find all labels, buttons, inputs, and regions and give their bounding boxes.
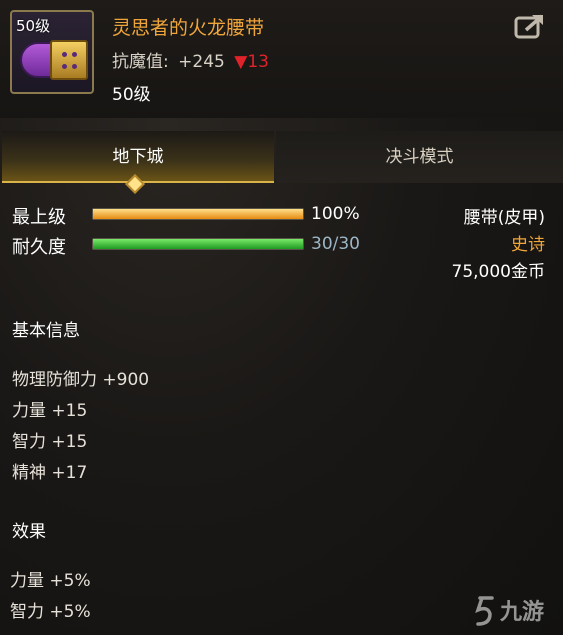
durability-bar xyxy=(92,238,304,250)
item-level: 50级 xyxy=(112,85,151,105)
item-icon[interactable]: 50级 xyxy=(10,10,94,94)
durability-bar-fill xyxy=(93,239,303,249)
effect-strength: 力量 +5% xyxy=(10,571,91,591)
stat-label: 抗魔值: xyxy=(112,52,169,72)
effects-title: 效果 xyxy=(12,522,46,542)
stat-diff: ▼13 xyxy=(234,52,269,72)
tab-dungeon[interactable]: 地下城 xyxy=(2,131,274,183)
attr-physical-defense: 物理防御力 +900 xyxy=(12,370,150,390)
grade-label: 最上级 xyxy=(12,207,66,228)
item-price: 75,000金币 xyxy=(451,262,545,282)
attr-spirit: 精神 +17 xyxy=(12,463,88,483)
watermark-text: 九游 xyxy=(500,600,545,625)
magic-resist-stat: 抗魔值: +245 ▼13 xyxy=(112,47,269,72)
item-name: 灵思者的火龙腰带 xyxy=(112,17,265,39)
grade-bar xyxy=(92,208,304,220)
stat-value: +245 xyxy=(178,52,225,72)
durability-label: 耐久度 xyxy=(12,237,66,258)
basic-info-title: 基本信息 xyxy=(12,321,80,341)
belt-buckle-icon xyxy=(50,40,88,80)
durability-value: 30/30 xyxy=(311,234,360,254)
tab-duel-mode[interactable]: 决斗模式 xyxy=(276,131,563,183)
share-icon[interactable] xyxy=(514,12,546,40)
item-header: 50级 灵思者的火龙腰带 抗魔值: +245 ▼13 50级 xyxy=(0,0,563,118)
item-tooltip-panel: 50级 灵思者的火龙腰带 抗魔值: +245 ▼13 50级 地下城 决斗模式 … xyxy=(0,0,563,635)
item-rarity: 史诗 xyxy=(511,235,545,255)
grade-bar-fill xyxy=(93,209,303,219)
watermark-logo-icon xyxy=(475,596,494,626)
grade-value: 100% xyxy=(311,204,360,224)
effect-intelligence: 智力 +5% xyxy=(10,602,91,622)
item-type: 腰带(皮甲) xyxy=(463,208,545,228)
attr-strength: 力量 +15 xyxy=(12,401,88,421)
icon-level-badge: 50级 xyxy=(16,17,51,35)
mode-tabs: 地下城 决斗模式 xyxy=(0,131,563,183)
attr-intelligence: 智力 +15 xyxy=(12,432,88,452)
